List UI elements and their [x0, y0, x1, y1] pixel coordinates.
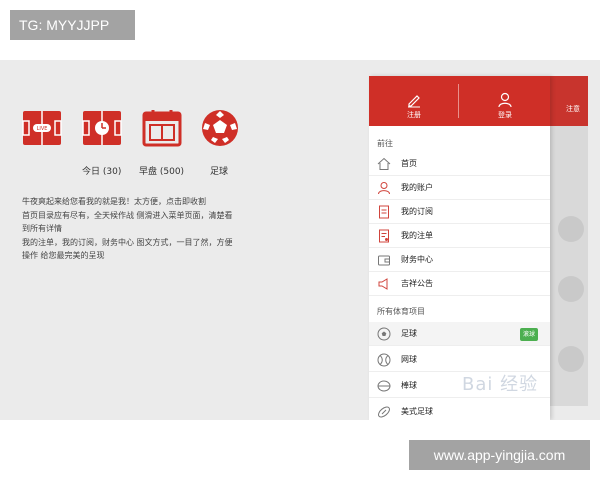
desc-line: 到所有详情: [22, 224, 62, 233]
menu-item-label: 我的账户: [401, 183, 433, 192]
login-label: 登录: [498, 111, 512, 119]
menu-item-label: 我的注单: [401, 231, 433, 240]
icon-label-today: 今日 (30): [82, 167, 122, 177]
feature-description: 牛夜爽起来给您看我的就是我！太方便，点击即收割 首页目录应有尽有，全天候作战 侧…: [22, 195, 262, 263]
pitch-clock-icon: [82, 108, 122, 148]
icon-label-football: 足球: [210, 167, 229, 177]
menu-item-label: 网球: [401, 355, 417, 364]
url-badge: www.app-yingjia.com: [409, 440, 590, 470]
megaphone-icon: [378, 278, 388, 290]
menu-item-label: 首页: [401, 159, 417, 168]
wallet-icon: [378, 255, 390, 266]
document-icon: [379, 205, 389, 219]
menu-item-account[interactable]: 我的账户: [369, 176, 550, 200]
menu-item-finance[interactable]: 财务中心: [369, 248, 550, 272]
desc-line: 牛夜爽起来给您看我的就是我！太方便，点击即收割: [22, 197, 206, 206]
background-header-text: 注意: [566, 105, 580, 113]
watermark: Bai 经验: [462, 374, 539, 395]
login-button[interactable]: 登录: [460, 76, 550, 126]
home-icon: [377, 157, 391, 170]
desc-line: 首页目录应有尽有，全天候作战 侧滑进入菜单页面，清楚看: [22, 210, 233, 220]
pencil-icon: [408, 95, 420, 108]
ghost-shield-icon: [558, 346, 584, 372]
ghost-badge-icon: [558, 276, 584, 302]
menu-item-home[interactable]: 首页: [369, 152, 550, 176]
soccer-ball-icon: [200, 108, 240, 148]
register-button[interactable]: 注册: [369, 76, 459, 126]
feature-icon-row: LIVE: [22, 108, 252, 148]
drawer-header: 注册 登录: [369, 76, 550, 126]
side-drawer-menu: 注册 登录 前往 首页 我的账户 我的订阅 我的注单 财务中心 吉祥公告 所有体…: [369, 76, 550, 420]
menu-item-label: 我的订阅: [401, 207, 433, 216]
menu-item-label: 财务中心: [401, 255, 433, 264]
menu-item-label: 吉祥公告: [401, 279, 433, 288]
user-icon: [378, 182, 390, 195]
ghost-ball-icon: [558, 216, 584, 242]
menu-item-label: 棒球: [401, 381, 417, 390]
sport-item-football[interactable]: 足球 滚球: [369, 322, 550, 346]
icon-label-early: 早盘 (500): [139, 167, 185, 177]
user-icon: [498, 92, 512, 108]
pitch-badge-text: LIVE: [37, 126, 48, 132]
pitch-live-icon: LIVE: [22, 108, 62, 148]
baseball-icon: [377, 380, 391, 392]
desc-line: 操作 给您最完美的呈现: [22, 251, 105, 260]
menu-item-bets[interactable]: 我的注单: [369, 224, 550, 248]
calendar-icon: [142, 108, 182, 148]
live-badge: 滚球: [520, 328, 539, 341]
tg-badge: TG: MYYJJPP: [10, 10, 135, 40]
menu-item-announcements[interactable]: 吉祥公告: [369, 272, 550, 296]
tennis-ball-icon: [377, 353, 391, 367]
menu-item-subscriptions[interactable]: 我的订阅: [369, 200, 550, 224]
menu-item-label: 足球: [401, 329, 417, 338]
american-football-icon: [378, 406, 390, 418]
menu-item-label: 美式足球: [401, 407, 433, 416]
section-title-goto: 前往: [377, 139, 393, 148]
soccer-ball-icon: [377, 327, 391, 341]
register-label: 注册: [407, 111, 421, 119]
sport-item-tennis[interactable]: 网球: [369, 348, 550, 372]
sport-item-american-football[interactable]: 美式足球: [369, 400, 550, 420]
edit-document-icon: [379, 229, 389, 243]
screenshot-stage: LIVE 今日 (30) 早盘 (500) 足球 牛夜爽起来给您看我的就是我！太…: [0, 60, 600, 420]
header-divider: [458, 84, 459, 118]
desc-line: 我的注单，我的订阅，财务中心 图文方式，一目了然，方便: [22, 237, 233, 247]
section-title-sports: 所有体育项目: [377, 307, 425, 316]
